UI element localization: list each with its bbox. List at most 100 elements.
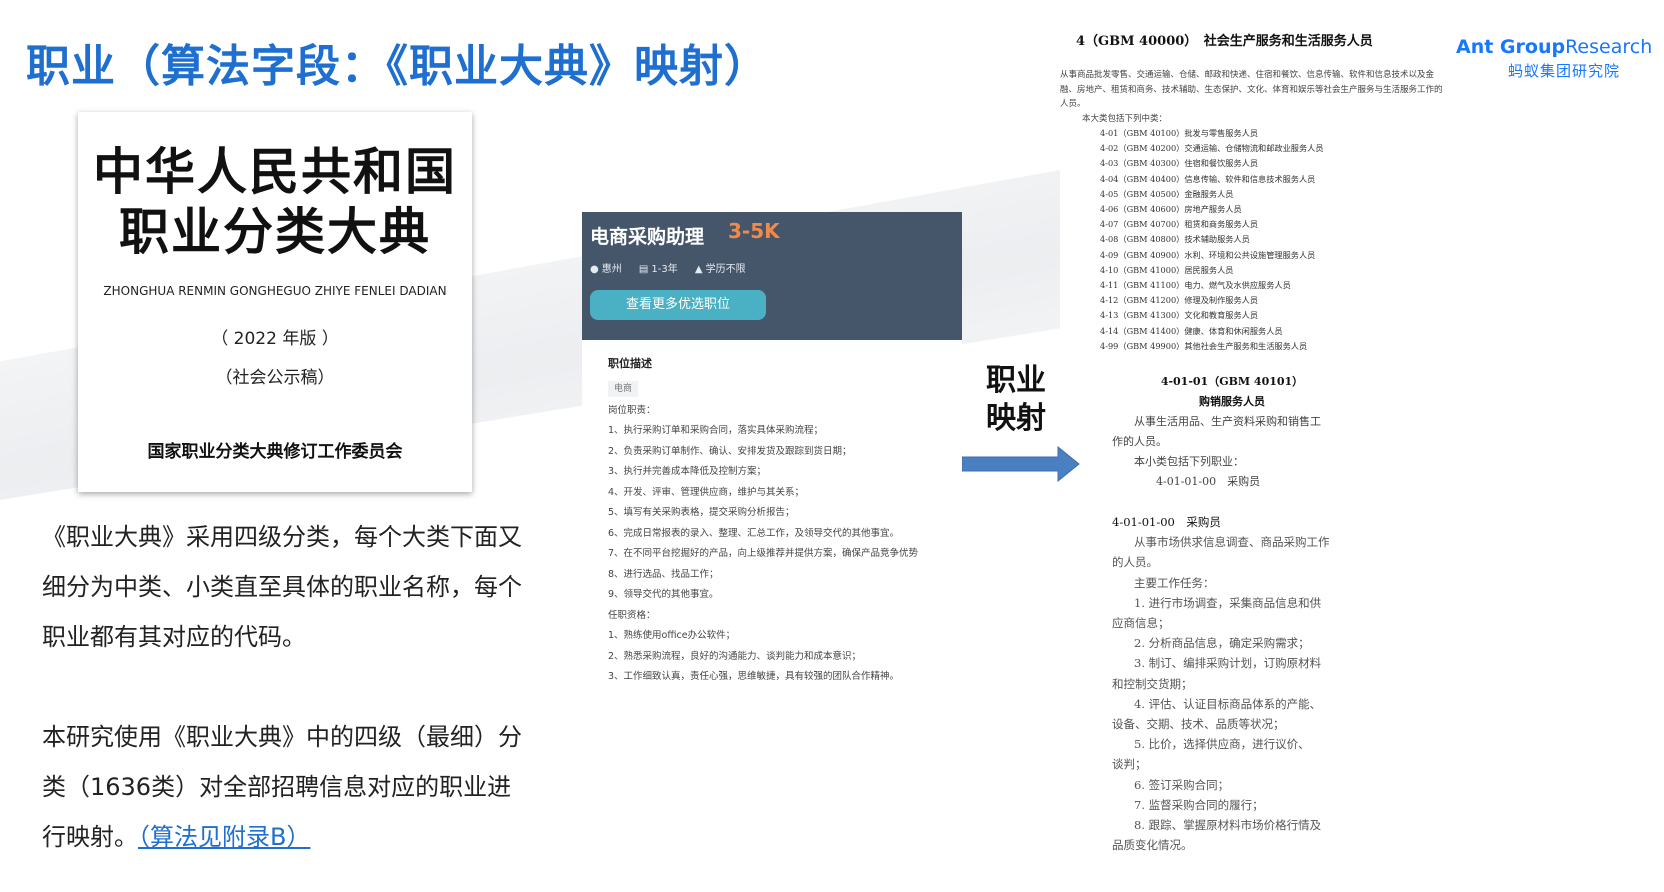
doc3-line: 应商信息； [1112, 616, 1170, 631]
class-item: 4-02（GBM 40200）交通运输、仓储物流和邮政业服务人员 [1100, 143, 1324, 154]
doc1-intro: 本大类包括下列中类： [1082, 113, 1168, 124]
doc1-desc-text: 从事商品批发零售、交通运输、仓储、邮政和快递、住宿和餐饮、信息传输、软件和信息技… [1060, 70, 1443, 109]
doc1-class-list: 4-01（GBM 40100）批发与零售服务人员 4-02（GBM 40200）交… [1100, 126, 1324, 354]
desc-heading: 职位描述 [608, 357, 652, 370]
doc3-line: 3. 制订、编排采购计划，订购原材料 [1134, 656, 1322, 671]
logo-cn: 蚂蚁集团研究院 [1507, 62, 1620, 80]
requirement-item: 2、熟悉采购流程，良好的沟通能力、谈判能力和成本意识； [608, 650, 862, 662]
doc3-line: 8. 跟踪、掌握原材料市场价格行情及 [1134, 818, 1322, 833]
job-location-text: 惠州 [601, 264, 622, 275]
job-experience-text: 1-3年 [651, 264, 678, 275]
book-note: （社会公示稿） [215, 368, 335, 388]
class-item: 4-12（GBM 41200）修理及制作服务人员 [1100, 295, 1259, 306]
duty-item: 9、领导交代的其他事宜。 [608, 589, 719, 600]
duty-item: 3、执行并完善成本降低及控制方案； [608, 466, 767, 477]
doc3-line: 7. 监督采购合同的履行； [1134, 797, 1264, 812]
job-posting-screenshot: 电商采购助理 3-5K ● 惠州 ▤ 1-3年 ▲ 学历不限 查看更多优选职位 职位描… [582, 212, 962, 704]
doc2-intro: 本小类包括下列职业： [1134, 455, 1244, 468]
mapping-label: 职业 映射 [982, 362, 1050, 438]
duty-item: 4、开发、评审、管理供应商，维护与其关系； [608, 486, 805, 498]
class-item: 4-08（GBM 40800）技术辅助服务人员 [1100, 234, 1250, 245]
job-description: 职位描述 电商 岗位职责： 1、执行采购订单和采购合同，落实具体采购流程； 2、负… [582, 340, 962, 688]
job-education-text: 学历不限 [705, 264, 746, 275]
requirements-list: 1、熟练使用office办公软件； 2、熟悉采购流程，良好的沟通能力、谈判能力和成… [608, 626, 962, 688]
briefcase-icon: ▤ [638, 264, 649, 275]
book-edition: （ 2022 年版 ） [211, 329, 339, 349]
classification-description: 《职业大典》采用四级分类，每个大类下面又细分为中类、小类直至具体的职业名称，每个… [42, 523, 522, 651]
duty-item: 6、完成日常报表的录入、整理、汇总工作，及领导交代的其他事宜。 [608, 527, 900, 539]
book-title-line2: 职业分类大典 [119, 203, 431, 261]
doc2-desc-line2: 作的人员。 [1112, 435, 1167, 448]
job-title: 电商采购助理 [590, 226, 705, 248]
doc3-line: 1. 进行市场调查，采集商品信息和供 [1134, 595, 1322, 610]
doc3-line: 5. 比价，选择供应商，进行议价、 [1134, 737, 1310, 752]
logo-en: Ant GroupResearch [1456, 36, 1652, 58]
book-publisher: 国家职业分类大典修订工作委员会 [147, 442, 403, 462]
class-item: 4-05（GBM 40500）金融服务人员 [1100, 188, 1234, 199]
class-item: 4-09（GBM 40900）水利、环境和公共设施管理服务人员 [1100, 249, 1316, 260]
book-cover-image: 中华人民共和国 职业分类大典 ZHONGHUA RENMIN GONGHEGUO… [78, 112, 472, 492]
slide-title: 职业（算法字段：《职业大典》映射） [26, 41, 769, 92]
doc3-line: 品质变化情况。 [1112, 838, 1193, 853]
class-item: 4-03（GBM 40300）住宿和餐饮服务人员 [1100, 158, 1259, 169]
duty-item: 8、进行选品、找品工作； [608, 568, 719, 580]
duty-item: 5、填写有关采购表格，提交采购分析报告； [608, 507, 795, 518]
doc3-line: 从事市场供求信息调查、商品采购工作 [1134, 535, 1330, 550]
doc3-occupation: 4-01-01-00 采购员 从事市场供求信息调查、商品采购工作的人员。主要工作… [1112, 512, 1362, 855]
location-pin-icon: ● [590, 264, 599, 275]
method-description: 本研究使用《职业大典》中的四级（最细）分类（1636类）对全部招聘信息对应的职业… [42, 712, 522, 862]
more-jobs-button[interactable]: 查看更多优选职位 [590, 290, 766, 320]
doc2-item: 4-01-01-00 采购员 [1156, 475, 1261, 488]
doc2-code: 4-01-01（GBM 40101） [1160, 375, 1304, 388]
appendix-b-link[interactable]: （算法见附录B） [138, 823, 310, 851]
class-item: 4-13（GBM 41300）文化和教育服务人员 [1100, 310, 1259, 321]
ant-group-research-logo: Ant GroupResearch 蚂蚁集团研究院 [1456, 36, 1652, 81]
book-title-line1: 中华人民共和国 [93, 143, 457, 201]
job-salary: 3-5K [728, 219, 780, 243]
doc3-line: 主要工作任务： [1134, 575, 1215, 590]
duties-list: 1、执行采购订单和采购合同，落实具体采购流程； 2、负责采购订单制作、确认、安排发… [608, 421, 962, 606]
job-location: ● 惠州 [590, 264, 622, 275]
logo-en-light: Research [1565, 36, 1653, 58]
class-item: 4-04（GBM 40400）信息传输、软件和信息技术服务人员 [1100, 173, 1316, 184]
class-item: 4-14（GBM 41400）健康、体育和休闲服务人员 [1100, 325, 1283, 336]
mapping-line2: 映射 [986, 401, 1046, 436]
doc3-line: 4. 评估、认证目标商品体系的产能、 [1134, 696, 1322, 711]
requirement-item: 3、工作细致认真，责任心强，思维敏捷，具有较强的团队合作精神。 [608, 671, 900, 682]
duties-heading: 岗位职责： [608, 404, 656, 416]
duty-item: 7、在不同平台挖掘好的产品，向上级推荐并提供方案，确保产品竞争优势 [608, 548, 919, 559]
requirement-item: 1、熟练使用office办公软件； [608, 630, 736, 641]
doc1-description: 从事商品批发零售、交通运输、仓储、邮政和快递、住宿和餐饮、信息传输、软件和信息技… [1060, 68, 1450, 126]
class-item: 4-10（GBM 41000）居民服务人员 [1100, 264, 1234, 275]
doc3-lines: 从事市场供求信息调查、商品采购工作的人员。主要工作任务： 1. 进行市场调查，采集… [1112, 532, 1362, 855]
doc2-desc-line1: 从事生活用品、生产资料采购和销售工 [1134, 415, 1321, 428]
duty-item: 2、负责采购订单制作、确认、安排发货及跟踪到货日期； [608, 445, 852, 457]
doc2-name: 购销服务人员 [1199, 395, 1265, 408]
mapping-line1: 职业 [986, 363, 1046, 398]
doc3-line: 设备、交期、技术、品质等状况； [1112, 717, 1285, 732]
class-item: 4-99（GBM 49900）其他社会生产服务和生活服务人员 [1100, 340, 1308, 351]
job-meta: ● 惠州 ▤ 1-3年 ▲ 学历不限 [590, 260, 760, 275]
logo-en-bold: Ant Group [1456, 36, 1566, 58]
job-experience: ▤ 1-3年 [639, 264, 678, 275]
class-item: 4-06（GBM 40600）房地产服务人员 [1100, 204, 1242, 215]
class-item: 4-07（GBM 40700）租赁和商务服务人员 [1100, 219, 1259, 230]
doc3-line: 2. 分析商品信息，确定采购需求； [1134, 636, 1310, 651]
class-item: 4-01（GBM 40100）批发与零售服务人员 [1100, 128, 1259, 138]
doc3-line: 6. 签订采购合同； [1134, 777, 1230, 792]
arrow-shape [962, 446, 1080, 482]
job-header: 电商采购助理 3-5K ● 惠州 ▤ 1-3年 ▲ 学历不限 查看更多优选职位 [582, 212, 962, 340]
job-education: ▲ 学历不限 [695, 264, 746, 275]
doc3-line: 的人员。 [1112, 555, 1158, 570]
graduation-cap-icon: ▲ [694, 264, 703, 275]
doc1-heading: 4（GBM 40000） 社会生产服务和生活服务人员 [1076, 34, 1373, 49]
duty-item: 1、执行采购订单和采购合同，落实具体采购流程； [608, 425, 824, 436]
job-tag: 电商 [608, 380, 639, 397]
doc3-line: 和控制交货期； [1112, 676, 1193, 691]
doc3-line: 谈判； [1112, 757, 1147, 772]
class-item: 4-11（GBM 41100）电力、燃气及水供应服务人员 [1100, 280, 1291, 291]
right-arrow-icon [962, 446, 1080, 482]
requirements-heading: 任职资格： [608, 609, 656, 621]
doc3-heading: 4-01-01-00 采购员 [1112, 515, 1221, 529]
doc2-subclass: 4-01-01（GBM 40101） 购销服务人员 从事生活用品、生产资料采购和… [1112, 372, 1352, 492]
